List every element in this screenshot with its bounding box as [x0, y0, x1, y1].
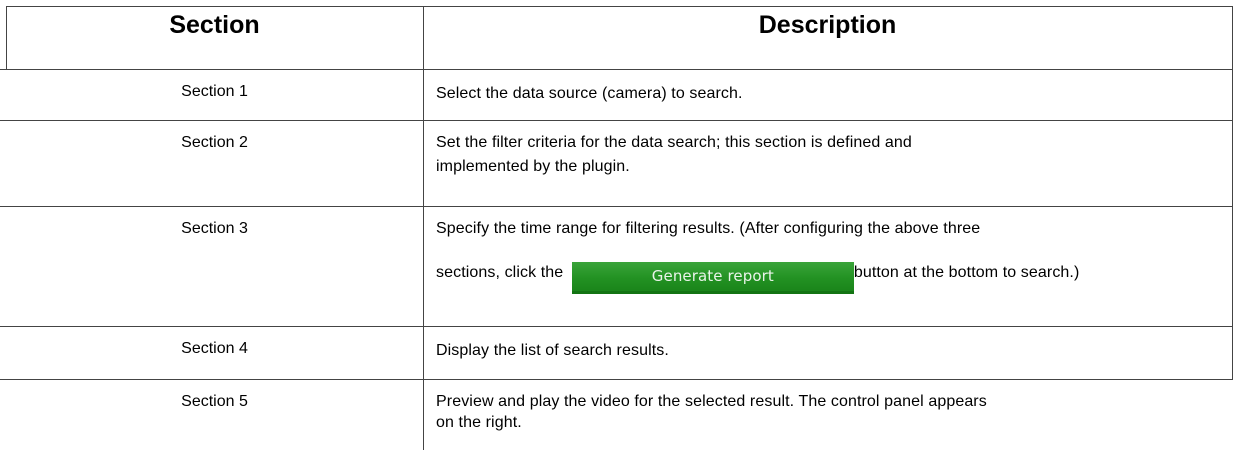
generate-report-button[interactable]: Generate report: [571, 262, 854, 294]
section-3-description-line-1: Specify the time range for filtering res…: [436, 220, 981, 237]
header-section: Section: [169, 11, 260, 39]
section-3-text-after-button: button at the bottom to search.): [853, 264, 1080, 281]
section-1-description: Select the data source (camera) to searc…: [436, 85, 743, 102]
row-divider: [0, 326, 1233, 327]
table-border-top: [6, 6, 1233, 7]
section-3-text-before-button: sections, click the: [436, 264, 564, 281]
section-2-description-line-2: implemented by the plugin.: [436, 158, 630, 175]
header-description: Description: [758, 11, 897, 39]
row-divider: [0, 120, 1233, 121]
section-4-description: Display the list of search results.: [436, 342, 669, 359]
section-2-description: Set the filter criteria for the data sea…: [436, 132, 1226, 178]
section-3-description: Specify the time range for filtering res…: [436, 218, 1226, 294]
section-2-description-line-1: Set the filter criteria for the data sea…: [436, 134, 912, 151]
column-divider: [423, 6, 424, 450]
section-5-label: Section 5: [181, 393, 248, 410]
row-divider: [0, 69, 1233, 70]
sections-table: Section Description Section 1 Select the…: [0, 0, 1251, 450]
table-border-right: [1232, 6, 1233, 380]
section-3-description-line-2: sections, click the Generate report butto…: [436, 262, 1226, 294]
section-5-description: Preview and play the video for the selec…: [436, 391, 1226, 434]
section-3-label: Section 3: [181, 220, 248, 237]
section-2-label: Section 2: [181, 134, 248, 151]
row-divider: [0, 206, 1233, 207]
section-5-description-line-2: on the right.: [436, 414, 522, 431]
section-4-label: Section 4: [181, 340, 248, 357]
row-divider: [0, 379, 1233, 380]
section-5-description-line-1: Preview and play the video for the selec…: [436, 393, 987, 410]
section-1-label: Section 1: [181, 83, 248, 100]
